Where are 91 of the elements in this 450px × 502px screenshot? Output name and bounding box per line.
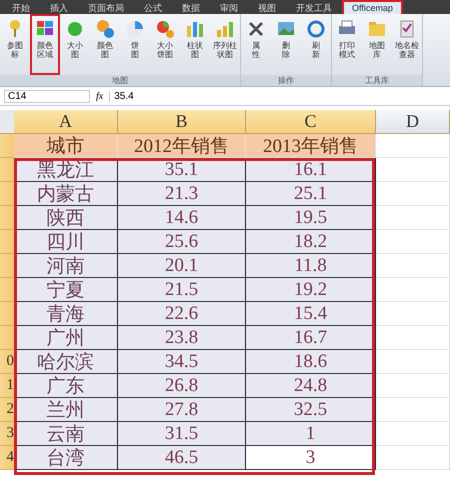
ribbon-tab[interactable]: 视图 xyxy=(250,2,284,14)
table-cell: 24.8 xyxy=(246,374,376,398)
row-header[interactable] xyxy=(0,182,14,206)
ribbon-tab[interactable]: 插入 xyxy=(42,2,76,14)
group-label: 工具库 xyxy=(332,75,422,86)
table-cell: 河南 xyxy=(14,254,118,278)
table-cell: 26.8 xyxy=(118,374,246,398)
row-header[interactable] xyxy=(0,158,14,182)
table-cell: 四川 xyxy=(14,230,118,254)
table-cell: 哈尔滨 xyxy=(14,350,118,374)
row-header[interactable]: 2 xyxy=(0,398,14,422)
table-cell: 22.6 xyxy=(118,302,246,326)
group-label: 地图 xyxy=(0,75,240,86)
ribbon-tab[interactable]: 公式 xyxy=(136,2,170,14)
ribbon-tab[interactable]: 页面布局 xyxy=(80,2,132,14)
table-cell: 内蒙古 xyxy=(14,182,118,206)
table-cell: 广东 xyxy=(14,374,118,398)
table-cell: 宁夏 xyxy=(14,278,118,302)
ribbon-button[interactable]: 属性 xyxy=(241,14,271,75)
ribbon-button[interactable]: 打印模式 xyxy=(332,14,362,75)
ribbon-button[interactable]: 颜色图 xyxy=(90,14,120,75)
table-cell: 23.8 xyxy=(118,326,246,350)
table-cell: 16.7 xyxy=(246,326,376,350)
table-cell: 15.4 xyxy=(246,302,376,326)
column-header[interactable]: B xyxy=(118,110,246,134)
table-cell: 19.2 xyxy=(246,278,376,302)
table-cell: 25.1 xyxy=(246,182,376,206)
table-cell: 18.2 xyxy=(246,230,376,254)
table-cell: 1 xyxy=(246,422,376,446)
balls-icon xyxy=(94,18,116,40)
column-header[interactable]: C xyxy=(246,110,376,134)
pies-icon xyxy=(154,18,176,40)
row-header[interactable]: 3 xyxy=(0,422,14,446)
select-all-corner[interactable] xyxy=(0,110,14,134)
column-header[interactable]: A xyxy=(14,110,118,134)
header-cell: 2012年销售 xyxy=(118,134,246,158)
ribbon-button[interactable]: 地图库 xyxy=(362,14,392,75)
ribbon-tab[interactable]: 审阅 xyxy=(212,2,246,14)
table-cell: 19.5 xyxy=(246,206,376,230)
table-cell: 21.5 xyxy=(118,278,246,302)
table-cell: 32.5 xyxy=(246,398,376,422)
row-header[interactable] xyxy=(0,254,14,278)
table-cell: 34.5 xyxy=(118,350,246,374)
row-header[interactable] xyxy=(0,302,14,326)
table-cell: 31.5 xyxy=(118,422,246,446)
ribbon-button[interactable]: 删除 xyxy=(271,14,301,75)
ribbon-button[interactable]: 大小图 xyxy=(60,14,90,75)
table-cell: 陕西 xyxy=(14,206,118,230)
refresh-icon xyxy=(305,18,327,40)
row-header[interactable]: 4 xyxy=(0,446,14,470)
row-header[interactable] xyxy=(0,230,14,254)
name-box[interactable]: C14 xyxy=(4,90,90,102)
ribbon-button[interactable]: 地名检查器 xyxy=(392,14,422,75)
header-cell: 2013年销售 xyxy=(246,134,376,158)
table-cell: 兰州 xyxy=(14,398,118,422)
ribbon-button[interactable]: 柱状图 xyxy=(180,14,210,75)
table-cell: 46.5 xyxy=(118,446,246,470)
ribbon-button[interactable]: 刷新 xyxy=(301,14,331,75)
group-label: 操作 xyxy=(241,75,331,86)
ribbon-button[interactable]: 颜色区域 xyxy=(30,14,60,75)
ribbon-tab[interactable]: 开始 xyxy=(4,2,38,14)
table-cell: 青海 xyxy=(14,302,118,326)
ribbon-button[interactable]: 序列柱状图 xyxy=(210,14,240,75)
function-label[interactable]: fx xyxy=(96,90,104,102)
table-cell: 3 xyxy=(246,446,376,470)
table-cell: 台湾 xyxy=(14,446,118,470)
row-header[interactable] xyxy=(0,326,14,350)
table-cell: 25.6 xyxy=(118,230,246,254)
table-cell: 广州 xyxy=(14,326,118,350)
ribbon-button[interactable]: 饼图 xyxy=(120,14,150,75)
ribbon-button[interactable]: 参图标 xyxy=(0,14,30,75)
table-cell: 14.6 xyxy=(118,206,246,230)
ribbon-tab[interactable]: 开发工具 xyxy=(288,2,340,14)
table-cell: 21.3 xyxy=(118,182,246,206)
pie-icon xyxy=(124,18,146,40)
header-cell: 城市 xyxy=(14,134,118,158)
row-header[interactable] xyxy=(0,134,14,158)
table-cell: 云南 xyxy=(14,422,118,446)
table-cell: 18.6 xyxy=(246,350,376,374)
table-cell: 27.8 xyxy=(118,398,246,422)
formula-field[interactable]: 35.4 xyxy=(109,90,446,102)
ribbon-button[interactable]: 大小饼图 xyxy=(150,14,180,75)
table-cell: 20.1 xyxy=(118,254,246,278)
ribbon-tab[interactable]: Officemap xyxy=(344,2,401,14)
row-header[interactable]: 0 xyxy=(0,350,14,374)
ribbon-tab[interactable]: 数据 xyxy=(174,2,208,14)
row-header[interactable] xyxy=(0,206,14,230)
row-header[interactable] xyxy=(0,278,14,302)
row-header[interactable]: 1 xyxy=(0,374,14,398)
table-cell: 11.8 xyxy=(246,254,376,278)
column-header[interactable]: D xyxy=(376,110,450,134)
